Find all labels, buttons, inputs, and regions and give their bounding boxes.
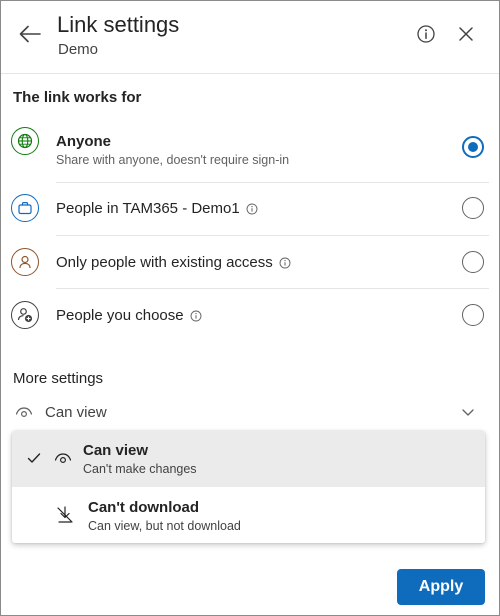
page-title: Link settings xyxy=(57,12,180,37)
menu-item-cant-download[interactable]: Can't download Can view, but not downloa… xyxy=(12,487,485,543)
radio-existing-access[interactable] xyxy=(462,251,484,273)
option-existing-access[interactable]: Only people with existing access xyxy=(11,248,489,276)
more-settings-heading: More settings xyxy=(13,370,104,387)
menu-item-description: Can view, but not download xyxy=(88,519,241,533)
no-download-icon xyxy=(57,506,73,523)
option-existing-access-label: Only people with existing access xyxy=(56,254,291,271)
info-icon xyxy=(417,25,435,43)
info-icon[interactable] xyxy=(279,257,291,269)
chevron-down-icon xyxy=(462,409,474,416)
link-works-for-heading: The link works for xyxy=(13,89,142,106)
close-button[interactable] xyxy=(454,22,478,46)
header-divider xyxy=(1,73,499,74)
close-icon xyxy=(459,27,473,41)
person-add-icon xyxy=(11,301,39,329)
menu-item-title: Can view xyxy=(83,442,149,459)
option-anyone[interactable]: Anyone Share with anyone, doesn't requir… xyxy=(11,125,489,171)
menu-item-title: Can't download xyxy=(88,499,200,516)
option-people-in-org[interactable]: People in TAM365 - Demo1 xyxy=(11,194,489,222)
eye-icon xyxy=(54,453,72,464)
option-anyone-label: Anyone xyxy=(56,133,112,150)
checkmark-icon xyxy=(27,453,41,463)
row-divider xyxy=(56,235,489,236)
back-button[interactable] xyxy=(17,21,43,47)
arrow-left-icon xyxy=(19,25,41,43)
menu-item-can-view[interactable]: Can view Can't make changes xyxy=(12,431,485,487)
option-people-in-org-text: People in TAM365 - Demo1 xyxy=(56,200,240,217)
row-divider xyxy=(56,182,489,183)
option-anyone-description: Share with anyone, doesn't require sign-… xyxy=(56,153,290,167)
option-people-you-choose[interactable]: People you choose xyxy=(11,301,489,329)
option-people-in-org-label: People in TAM365 - Demo1 xyxy=(56,200,258,217)
permission-menu: Can view Can't make changes Can't downlo… xyxy=(12,431,485,543)
row-divider xyxy=(56,288,489,289)
briefcase-icon xyxy=(11,194,39,222)
option-existing-access-text: Only people with existing access xyxy=(56,254,273,271)
permission-dropdown[interactable]: Can view xyxy=(11,399,489,427)
option-people-you-choose-text: People you choose xyxy=(56,307,184,324)
link-settings-panel: Link settings Demo The link works for An… xyxy=(0,0,500,616)
radio-people-you-choose[interactable] xyxy=(462,304,484,326)
apply-button[interactable]: Apply xyxy=(397,569,485,605)
info-icon[interactable] xyxy=(190,310,202,322)
page-subtitle: Demo xyxy=(58,41,99,58)
globe-icon xyxy=(11,127,39,155)
radio-people-in-org[interactable] xyxy=(462,197,484,219)
info-icon[interactable] xyxy=(246,203,258,215)
option-people-you-choose-label: People you choose xyxy=(56,307,202,324)
radio-anyone[interactable] xyxy=(462,136,484,158)
permission-dropdown-value: Can view xyxy=(45,404,107,421)
eye-icon xyxy=(15,407,33,418)
info-button[interactable] xyxy=(414,22,438,46)
person-icon xyxy=(11,248,39,276)
menu-item-description: Can't make changes xyxy=(83,462,197,476)
